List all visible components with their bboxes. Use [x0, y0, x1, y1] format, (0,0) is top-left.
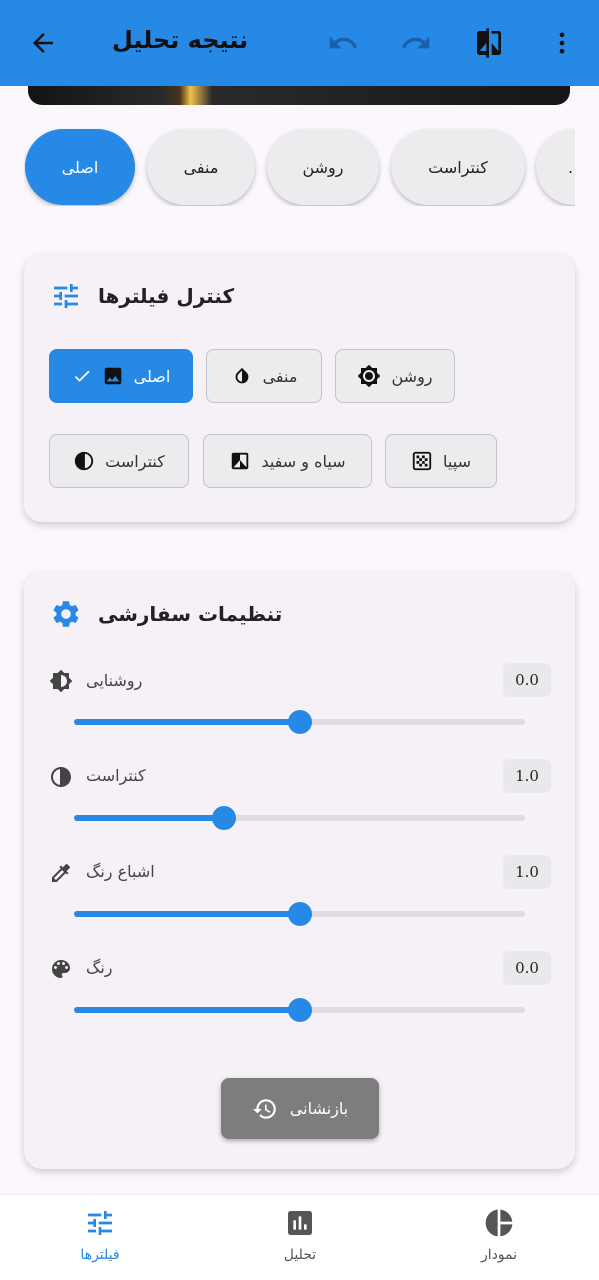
history-icon: [252, 1098, 276, 1119]
slider-value-hue: 0.0: [503, 951, 551, 985]
slider-thumb[interactable]: [212, 806, 237, 830]
slider-thumb[interactable]: [287, 902, 312, 926]
slider-thumb[interactable]: [287, 998, 312, 1022]
filter-button-original[interactable]: اصلی: [49, 349, 193, 403]
filter-button-bw[interactable]: سیاه و سفید: [203, 434, 372, 488]
slider-value-contrast: 1.0: [503, 759, 551, 793]
custom-settings-card: تنظیمات سفارشی روشنایی 0.0 کنتراست 1.0 ا…: [24, 572, 575, 1169]
more-vert-icon[interactable]: [544, 25, 580, 61]
slider-contrast[interactable]: [74, 806, 525, 830]
undo-icon[interactable]: [325, 25, 361, 61]
custom-settings-title: تنظیمات سفارشی: [98, 602, 283, 626]
tune-icon: [50, 280, 82, 312]
bw-icon: [232, 452, 249, 470]
chip-original[interactable]: اصلی: [25, 129, 135, 205]
tune-icon: [88, 1211, 112, 1235]
compare-icon[interactable]: [471, 25, 507, 61]
filter-button-bright[interactable]: روشن: [335, 349, 455, 403]
nav-item-analysis[interactable]: تحلیل: [240, 1207, 360, 1263]
brightness-icon: [49, 669, 73, 693]
brightness-icon: [358, 364, 381, 388]
pie-chart-icon: [485, 1209, 513, 1237]
filter-control-card: کنترل فیلترها اصلی منفی روشن کنتراست سیا…: [24, 254, 575, 522]
app-bar: نتیجه تحلیل: [0, 0, 599, 86]
image-icon: [104, 367, 121, 385]
filter-button-negative[interactable]: منفی: [206, 349, 322, 403]
settings-gear-icon: [50, 598, 82, 630]
invert-icon: [235, 367, 249, 384]
slider-value-brightness: 0.0: [503, 663, 551, 697]
nav-item-filters[interactable]: فیلترها: [40, 1207, 160, 1263]
contrast-icon: [75, 451, 94, 471]
image-preview: [28, 86, 570, 105]
bar-chart-icon: [288, 1211, 312, 1235]
slider-thumb[interactable]: [287, 710, 312, 734]
filter-button-contrast[interactable]: کنتراست: [49, 434, 189, 488]
filter-chip-row[interactable]: اصلی منفی روشن کنتراست .: [24, 128, 575, 206]
slider-value-saturation: 1.0: [503, 855, 551, 889]
slider-hue[interactable]: [74, 998, 525, 1022]
chip-negative[interactable]: منفی: [147, 129, 255, 205]
check-icon: [74, 370, 90, 382]
filter-button-sepia[interactable]: سپیا: [385, 434, 497, 488]
chip-contrast[interactable]: کنتراست: [391, 129, 525, 205]
back-arrow-icon[interactable]: [25, 25, 61, 61]
bottom-navigation: فیلترها تحلیل نمودار: [0, 1194, 599, 1280]
redo-icon[interactable]: [398, 25, 434, 61]
contrast-icon: [49, 765, 73, 789]
page-title: نتیجه تحلیل: [112, 26, 249, 54]
nav-item-chart[interactable]: نمودار: [439, 1207, 559, 1263]
filter-control-title: کنترل فیلترها: [98, 284, 235, 308]
slider-label-brightness: روشنایی: [86, 671, 143, 690]
reset-button[interactable]: بازنشانی: [221, 1078, 379, 1139]
slider-saturation[interactable]: [74, 902, 525, 926]
eyedropper-icon: [49, 861, 73, 885]
sepia-icon: [412, 451, 432, 471]
slider-label-contrast: کنتراست: [86, 766, 146, 785]
slider-label-hue: رنگ: [86, 958, 113, 977]
slider-brightness[interactable]: [74, 710, 525, 734]
chip-bright[interactable]: روشن: [267, 129, 379, 205]
chip-more[interactable]: .: [536, 129, 575, 205]
slider-label-saturation: اشباع رنگ: [86, 862, 155, 881]
palette-icon: [49, 957, 73, 981]
